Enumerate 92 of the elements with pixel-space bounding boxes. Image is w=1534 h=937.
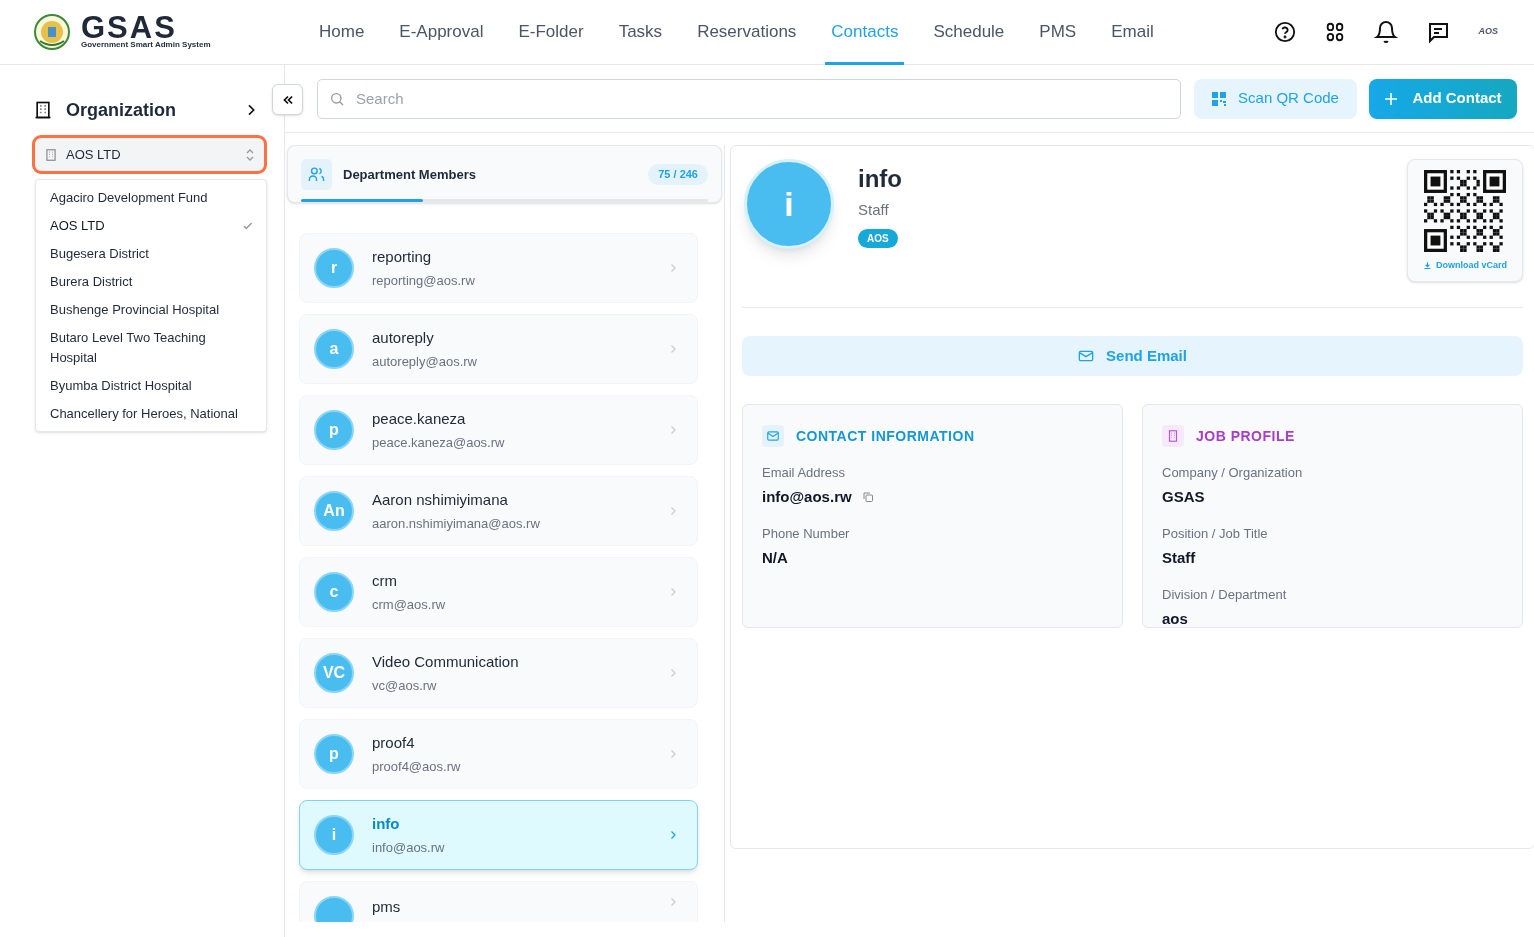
qr-code-icon [1212, 91, 1227, 106]
chat-icon[interactable] [1426, 20, 1451, 44]
plus-icon [1384, 91, 1399, 106]
nav-tab[interactable]: E-Folder [518, 0, 584, 65]
contact-name: peace.kaneza [372, 409, 467, 429]
organization-option[interactable]: Butaro Level Two Teaching Hospital [36, 324, 266, 372]
contact-card[interactable]: p proof4 proof4@aos.rw [299, 719, 698, 789]
users-icon [301, 159, 332, 190]
contact-avatar: p [314, 734, 354, 774]
contact-avatar: p [314, 410, 354, 450]
sidebar-title: Organization [66, 98, 176, 122]
field-label: Email Address [762, 464, 847, 482]
field-value: aos [1162, 608, 1188, 629]
contact-avatar: An [314, 491, 354, 531]
contact-avatar: i [744, 159, 834, 249]
contact-card[interactable]: VC Video Communication vc@aos.rw [299, 638, 698, 708]
mail-icon [1078, 348, 1095, 364]
nav-tab[interactable]: Home [319, 0, 365, 65]
contact-avatar: r [314, 248, 354, 288]
nav-tab[interactable]: Tasks [618, 0, 663, 65]
logo-text: GSAS [81, 15, 177, 41]
search-field[interactable]: Search [317, 78, 1181, 119]
contact-card[interactable]: i info info@aos.rw [299, 800, 698, 870]
nav-tab[interactable]: E-Approval [399, 0, 484, 65]
contact-name: pms [372, 897, 401, 917]
contact-avatar: VC [314, 653, 354, 693]
contact-card[interactable]: An Aaron nshimiyimana aaron.nshimiyimana@aos.rw [299, 476, 698, 546]
field-label: Company / Organization [1162, 464, 1304, 482]
contact-card[interactable]: a autoreply autoreply@aos.rw [299, 314, 698, 384]
organization-option[interactable]: Chancellery for Heroes, National [36, 400, 266, 428]
field-value: Staff [1162, 547, 1196, 568]
contact-avatar: a [314, 329, 354, 369]
organization-tag: AOS [858, 228, 898, 248]
contact-name: Aaron nshimiyimana [372, 490, 509, 510]
logo-subtitle: Government Smart Admin System [81, 41, 211, 49]
building-icon [1162, 425, 1184, 447]
contact-email: autoreply@aos.rw [372, 352, 477, 371]
field-label: Division / Department [1162, 586, 1288, 604]
contact-card[interactable]: pms [299, 881, 698, 922]
field-value: GSAS [1162, 486, 1205, 507]
section-title: CONTACT INFORMATION [796, 426, 975, 446]
organization-option[interactable]: Bugesera District [36, 240, 266, 268]
contact-name: autoreply [372, 328, 435, 348]
contact-email: reporting@aos.rw [372, 271, 475, 290]
contact-name: proof4 [372, 733, 416, 753]
contact-name: info [858, 164, 902, 194]
contact-role: Staff [858, 200, 889, 220]
member-count: 75 / 246 [648, 164, 708, 185]
field-value: info@aos.rw [762, 486, 852, 507]
contact-email: info@aos.rw [372, 838, 445, 857]
contact-email: proof4@aos.rw [372, 757, 461, 776]
contact-email: vc@aos.rw [372, 676, 438, 695]
help-icon[interactable] [1274, 21, 1297, 43]
bell-icon[interactable] [1374, 20, 1399, 44]
contact-email: crm@aos.rw [372, 595, 446, 614]
field-value: N/A [762, 547, 788, 568]
members-title: Department Members [343, 165, 476, 184]
building-icon [44, 147, 58, 162]
organization-option[interactable]: Bushenge Provincial Hospital [36, 296, 266, 324]
building-icon [33, 100, 53, 120]
nav-tab[interactable]: Email [1111, 0, 1154, 65]
contact-card[interactable]: p peace.kaneza peace.kaneza@aos.rw [299, 395, 698, 465]
contact-avatar: c [314, 572, 354, 612]
copy-icon[interactable] [861, 490, 874, 503]
organization-option[interactable]: Agaciro Development Fund [36, 184, 266, 212]
organization-option[interactable]: Byumba District Hospital [36, 372, 266, 400]
organization-option[interactable]: Burera District [36, 268, 266, 296]
contact-name: crm [372, 571, 398, 591]
contact-card[interactable]: c crm crm@aos.rw [299, 557, 698, 627]
nav-tab[interactable]: Schedule [933, 0, 1005, 65]
contact-email: aaron.nshimiyimana@aos.rw [372, 514, 540, 533]
nav-tab[interactable]: PMS [1039, 0, 1077, 65]
download-icon [1423, 261, 1432, 271]
collapse-button[interactable] [272, 84, 303, 115]
contact-avatar: i [314, 815, 354, 855]
field-label: Position / Job Title [1162, 525, 1269, 543]
contact-email: peace.kaneza@aos.rw [372, 433, 505, 452]
sort-caret-icon [245, 148, 255, 161]
section-title: JOB PROFILE [1196, 426, 1295, 446]
organization-option[interactable]: AOS LTD [36, 212, 266, 240]
mail-icon [762, 425, 784, 447]
emblem-logo [33, 13, 71, 51]
contact-card[interactable]: r reporting reporting@aos.rw [299, 233, 698, 303]
contact-name: Video Communication [372, 652, 519, 672]
search-icon [329, 90, 345, 107]
organization-select[interactable]: AOS LTD [32, 135, 267, 174]
nav-tab[interactable]: Reservations [697, 0, 797, 65]
check-icon [242, 220, 254, 232]
contact-name: info [372, 814, 401, 834]
contact-name: reporting [372, 247, 433, 267]
user-avatar[interactable]: AOS [1478, 25, 1498, 39]
field-label: Phone Number [762, 525, 851, 543]
